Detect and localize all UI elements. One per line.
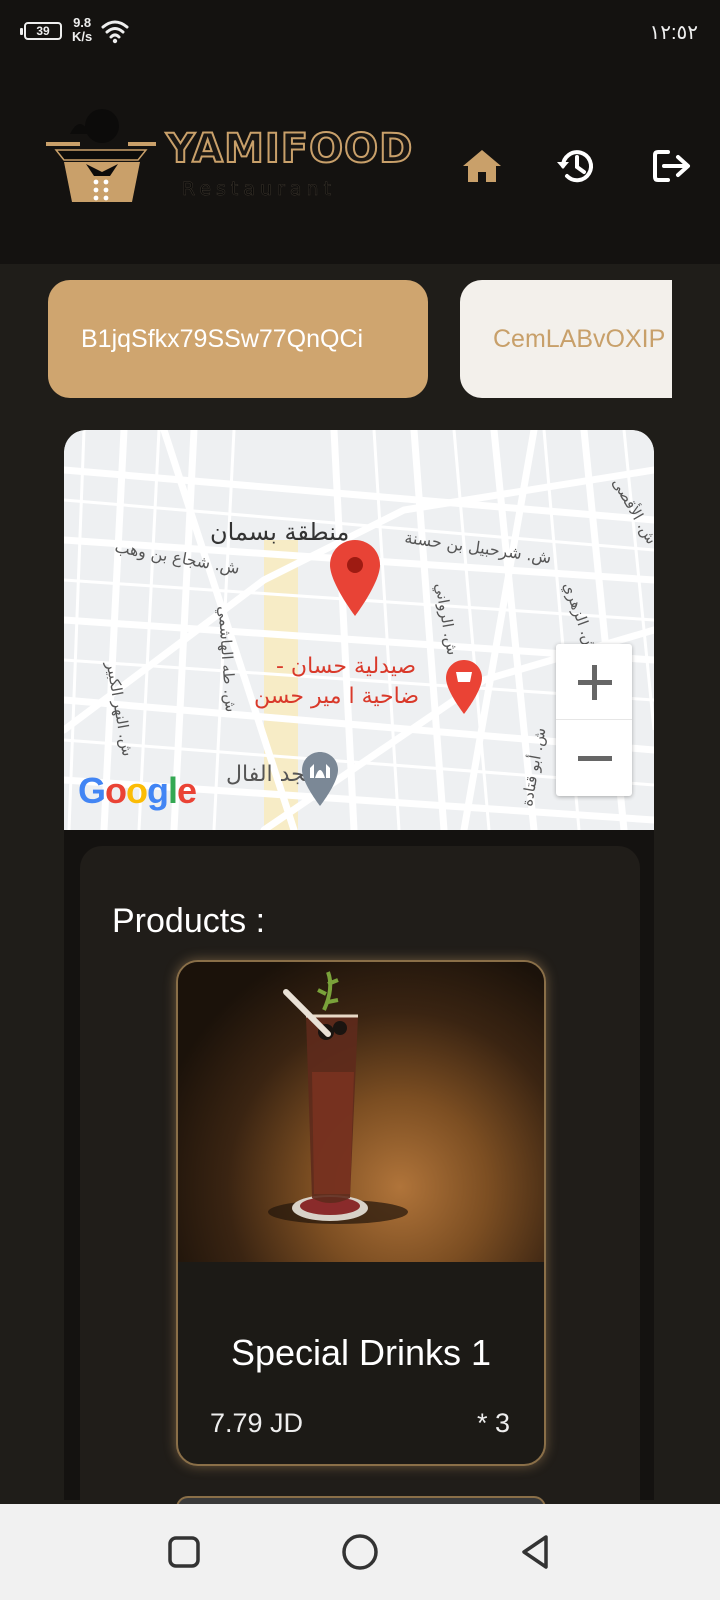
chef-logo-icon [46,109,156,202]
tab-order-2[interactable]: CemLABvOXIP [460,280,672,398]
order-tabs: B1jqSfkx79SSw77QnQCi CemLABvOXIP [48,280,672,398]
zoom-in-button[interactable] [556,644,632,720]
products-section: Products : Special Drinks 1 7.79 JD * 3 [80,846,640,1500]
system-nav-bar [0,1504,720,1600]
home-circle-icon [342,1534,378,1570]
location-pin-icon [330,540,380,616]
logout-button[interactable] [650,144,694,188]
app-header: YAMIFOOD Restaurant [0,66,720,264]
tab-order-1[interactable]: B1jqSfkx79SSw77QnQCi [48,280,428,398]
product-image [178,962,544,1262]
yamifood-logo: YAMIFOOD Restaurant [46,106,413,206]
map-label-pharmacy: صيدلية حسان - [276,654,417,679]
product-name: Special Drinks 1 [230,1332,492,1373]
back-icon [522,1535,548,1569]
history-button[interactable] [554,144,598,188]
mosque-marker-icon [302,752,338,806]
pharmacy-marker-icon [446,660,482,714]
product-card[interactable]: Special Drinks 1 7.79 JD * 3 [176,960,546,1466]
zoom-out-button[interactable] [556,720,632,796]
google-attribution: Google [78,770,197,811]
status-bar: 39 9.8 K/s ١٢:٥٢ [0,0,720,66]
map-label-pharmacy: ضاحية ا مير حسن [254,684,420,709]
location-map[interactable]: منطقة بسمان ش. شجاع بن وهب ش. شرحبيل بن … [64,430,654,830]
back-nav-button[interactable] [516,1532,556,1572]
product-price: 7.79 JD [210,1408,304,1438]
order-details-panel: منطقة بسمان ش. شجاع بن وهب ش. شرحبيل بن … [64,430,654,1500]
recent-apps-button[interactable] [164,1532,204,1572]
battery-indicator: 39 [20,22,62,40]
home-icon [463,150,501,182]
logo-subtitle: Restaurant [182,178,337,201]
network-speed: 9.8 K/s [72,16,92,44]
home-nav-button[interactable] [340,1532,380,1572]
home-button[interactable] [460,144,504,188]
recent-apps-icon [168,1536,200,1568]
network-speed-value: 9.8 [73,15,92,30]
logo-title: YAMIFOOD [165,125,414,173]
network-speed-unit: K/s [72,29,93,44]
map-zoom-controls [556,644,632,796]
wifi-icon [101,20,129,44]
clock: ١٢:٥٢ [649,22,698,44]
products-title: Products : [112,902,266,940]
drink-glass-icon [268,971,408,1224]
logout-icon [653,150,690,182]
history-icon [557,150,593,183]
product-quantity: * 3 [476,1408,510,1438]
